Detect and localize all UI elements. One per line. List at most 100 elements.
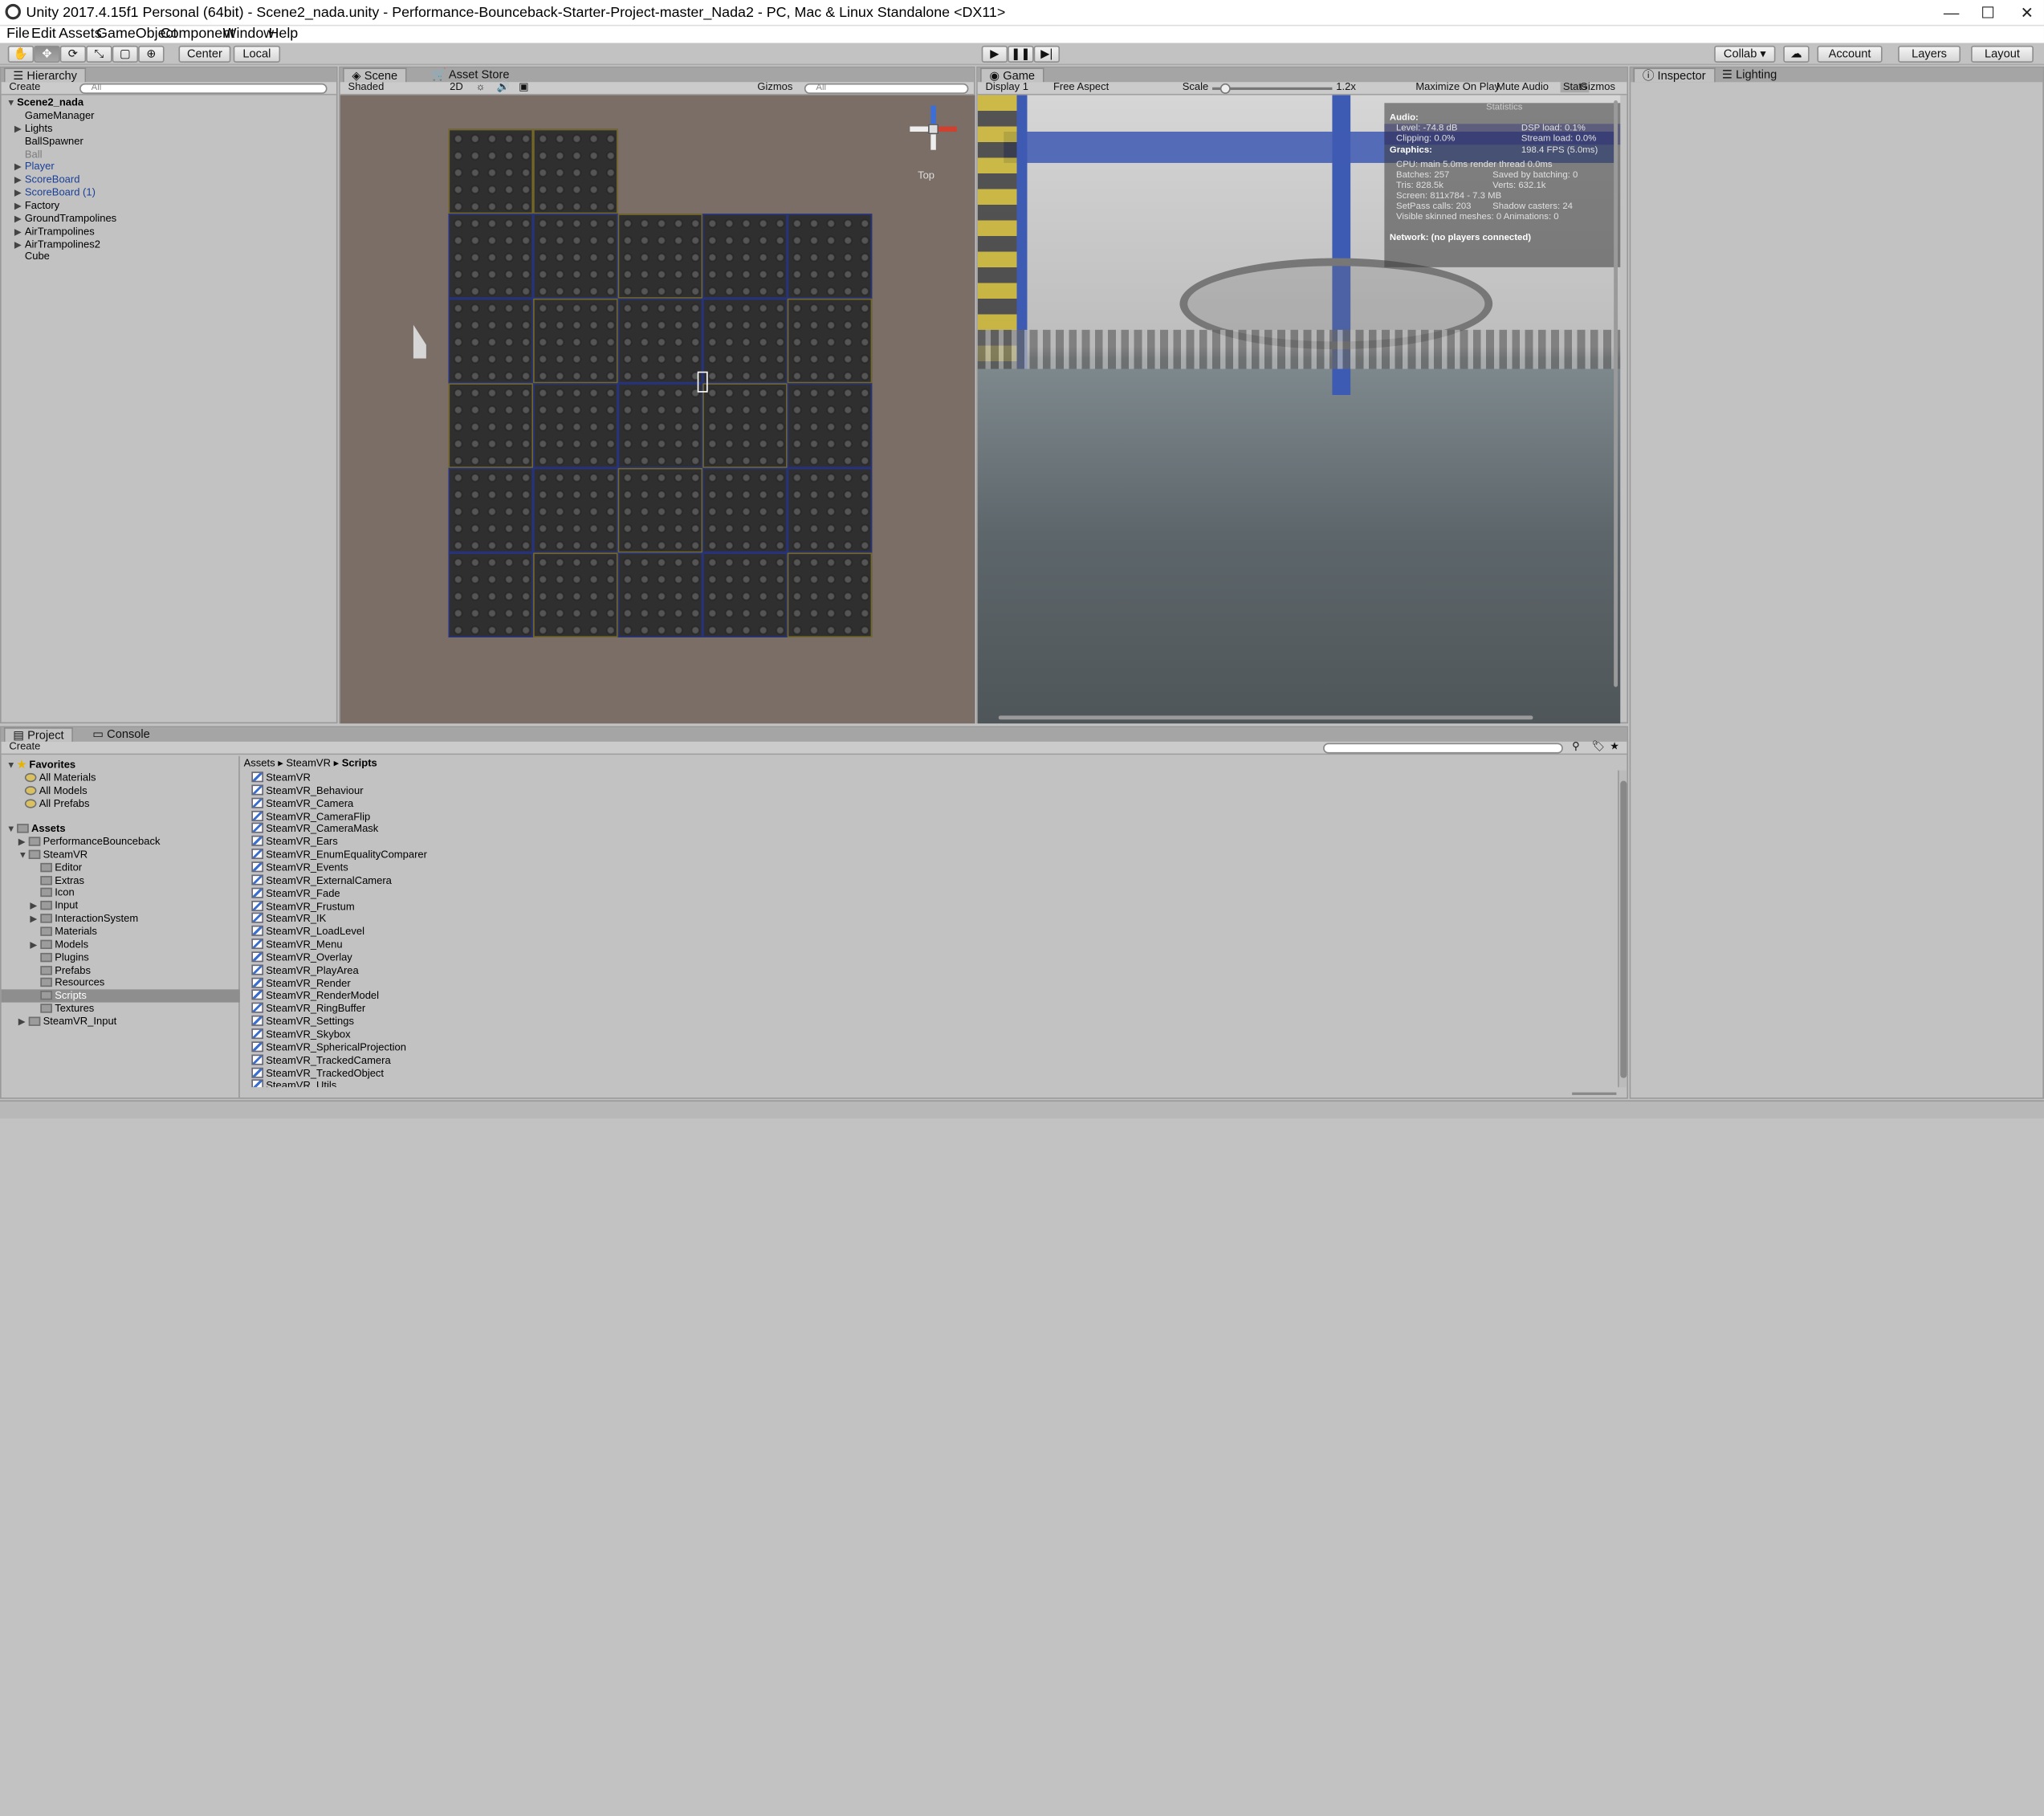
hierarchy-search-input[interactable]: All <box>79 83 328 94</box>
rect-tool-icon[interactable]: ▢ <box>112 45 139 63</box>
script-file-item[interactable]: SteamVR_Ears <box>251 836 338 849</box>
breadcrumb-steamvr[interactable]: SteamVR <box>286 757 331 769</box>
script-file-item[interactable]: SteamVR_LoadLevel <box>251 926 364 939</box>
script-file-item[interactable]: SteamVR_SphericalProjection <box>251 1041 406 1054</box>
script-file-item[interactable]: SteamVR_Overlay <box>251 951 352 964</box>
script-file-item[interactable]: SteamVR_EnumEqualityComparer <box>251 849 427 861</box>
hand-tool-icon[interactable]: ✋ <box>7 45 35 63</box>
axis-gizmo-icon[interactable] <box>910 105 957 153</box>
hierarchy-item[interactable]: Cube <box>14 250 50 263</box>
favorites-header[interactable]: ▼ ★ Favorites <box>6 759 75 773</box>
script-file-item[interactable]: SteamVR_RenderModel <box>251 990 379 1003</box>
project-v-scrollbar[interactable] <box>1618 770 1627 1088</box>
favorite-item[interactable]: All Materials <box>24 772 96 784</box>
tab-asset-store[interactable]: 🛒 Asset Store <box>424 67 518 82</box>
toggle-2d-button[interactable]: 2D <box>450 81 463 92</box>
script-file-item[interactable]: SteamVR_Skybox <box>251 1028 351 1041</box>
script-file-item[interactable]: SteamVR_Frustum <box>251 900 355 913</box>
tab-scene[interactable]: ◈ Scene <box>343 67 407 83</box>
project-folder-item[interactable]: Extras <box>2 874 240 887</box>
script-file-item[interactable]: SteamVR_TrackedObject <box>251 1067 384 1080</box>
collab-dropdown[interactable]: Collab ▾ <box>1714 45 1776 63</box>
close-icon[interactable]: ✕ <box>2007 2 2044 23</box>
minimize-icon[interactable]: — <box>1932 2 1971 23</box>
effects-toggle-icon[interactable]: ▣ <box>519 81 528 92</box>
icon-size-slider[interactable] <box>1572 1092 1617 1095</box>
account-dropdown[interactable]: Account <box>1817 45 1883 63</box>
script-file-item[interactable]: SteamVR_Behaviour <box>251 784 364 797</box>
script-file-item[interactable]: SteamVR_Fade <box>251 887 340 900</box>
scene-viewport[interactable]: Top <box>340 95 975 724</box>
pause-icon[interactable]: ❚❚ <box>1008 45 1034 63</box>
scale-slider[interactable] <box>1212 83 1333 94</box>
favorite-item[interactable]: All Models <box>24 784 88 797</box>
project-folder-item[interactable]: Resources <box>2 977 240 990</box>
breadcrumb-assets[interactable]: Assets <box>244 757 275 769</box>
script-file-item[interactable]: SteamVR_CameraMask <box>251 823 378 836</box>
favorite-star-icon[interactable]: ★ <box>1610 741 1619 752</box>
script-file-item[interactable]: SteamVR_Menu <box>251 939 343 951</box>
hierarchy-item[interactable]: Ball <box>14 148 43 161</box>
script-file-item[interactable]: SteamVR_CameraFlip <box>251 810 370 823</box>
script-file-item[interactable]: SteamVR_Settings <box>251 1016 354 1028</box>
script-file-item[interactable]: SteamVR_PlayArea <box>251 964 359 977</box>
script-file-item[interactable]: SteamVR_Render <box>251 977 351 990</box>
play-icon[interactable]: ▶ <box>981 45 1008 63</box>
tab-console[interactable]: ▭ Console <box>85 727 158 742</box>
script-file-item[interactable]: SteamVR <box>251 772 311 784</box>
tab-game[interactable]: ◉ Game <box>980 67 1044 83</box>
scene-gizmos-dropdown[interactable]: Gizmos <box>757 81 792 92</box>
favorite-item[interactable]: All Prefabs <box>24 798 90 811</box>
tab-lighting[interactable]: ☰ Lighting <box>1714 67 1785 82</box>
project-search-input[interactable] <box>1323 743 1563 754</box>
create-dropdown[interactable]: Create <box>9 81 40 92</box>
lighting-toggle-icon[interactable]: ☼ <box>476 81 486 92</box>
project-folder-item[interactable]: Prefabs <box>2 964 240 977</box>
menu-assets[interactable]: Assets <box>59 26 102 41</box>
move-tool-icon[interactable]: ✥ <box>34 45 60 63</box>
game-h-scrollbar[interactable] <box>998 715 1533 720</box>
filter-label-icon[interactable]: 🏷 <box>1592 741 1605 752</box>
project-folder-item[interactable]: Textures <box>2 1003 240 1016</box>
tab-inspector[interactable]: ⓘ Inspector <box>1633 67 1716 83</box>
game-v-scrollbar[interactable] <box>1614 100 1619 687</box>
audio-toggle-icon[interactable]: 🔊 <box>497 81 510 92</box>
scene-search-input[interactable]: All <box>804 83 969 94</box>
filter-type-icon[interactable]: ⚲ <box>1572 741 1580 752</box>
mute-audio-toggle[interactable]: Mute Audio <box>1496 81 1549 92</box>
transform-tool-icon[interactable]: ⊕ <box>138 45 165 63</box>
game-viewport[interactable]: Statistics Audio: Level: -74.8 dB DSP lo… <box>977 95 1621 724</box>
pivot-center-button[interactable]: Center <box>178 45 231 63</box>
maximize-icon[interactable]: ☐ <box>1969 2 2008 23</box>
scale-tool-icon[interactable]: ⤡ <box>86 45 112 63</box>
project-folder-item[interactable]: Editor <box>2 861 240 874</box>
layers-dropdown[interactable]: Layers <box>1898 45 1961 63</box>
menu-help[interactable]: Help <box>268 26 298 41</box>
assets-header[interactable]: ▼ Assets <box>6 823 65 837</box>
project-folder-item[interactable]: Scripts <box>1 989 240 1003</box>
display-dropdown[interactable]: Display 1 <box>986 81 1028 92</box>
script-file-item[interactable]: SteamVR_ExternalCamera <box>251 874 392 887</box>
scene-root[interactable]: ▼ Scene2_nada <box>6 96 83 111</box>
cloud-icon[interactable]: ☁ <box>1783 45 1810 63</box>
rotate-tool-icon[interactable]: ⟳ <box>59 45 87 63</box>
project-folder-item[interactable]: Plugins <box>2 951 240 964</box>
layout-dropdown[interactable]: Layout <box>1971 45 2034 63</box>
tab-hierarchy[interactable]: ☰ Hierarchy <box>3 67 87 83</box>
script-file-item[interactable]: SteamVR_Camera <box>251 797 353 810</box>
pivot-local-button[interactable]: Local <box>233 45 281 63</box>
project-create-dropdown[interactable]: Create <box>9 741 40 752</box>
expand-arrow-icon[interactable]: ▶ <box>18 1016 29 1029</box>
scale-slider-thumb[interactable] <box>1219 83 1231 94</box>
project-folder-item[interactable]: Materials <box>2 926 240 939</box>
menu-edit[interactable]: Edit <box>31 26 56 41</box>
script-file-item[interactable]: SteamVR_Utils <box>251 1080 336 1088</box>
script-file-item[interactable]: SteamVR_IK <box>251 913 326 926</box>
step-icon[interactable]: ▶| <box>1033 45 1061 63</box>
aspect-dropdown[interactable]: Free Aspect <box>1053 81 1109 92</box>
script-file-item[interactable]: SteamVR_RingBuffer <box>251 1003 365 1016</box>
hierarchy-item[interactable]: GameManager <box>14 109 95 122</box>
menu-file[interactable]: File <box>6 26 30 41</box>
project-folder-item[interactable]: Icon <box>2 887 240 900</box>
breadcrumb-scripts[interactable]: Scripts <box>342 757 377 769</box>
